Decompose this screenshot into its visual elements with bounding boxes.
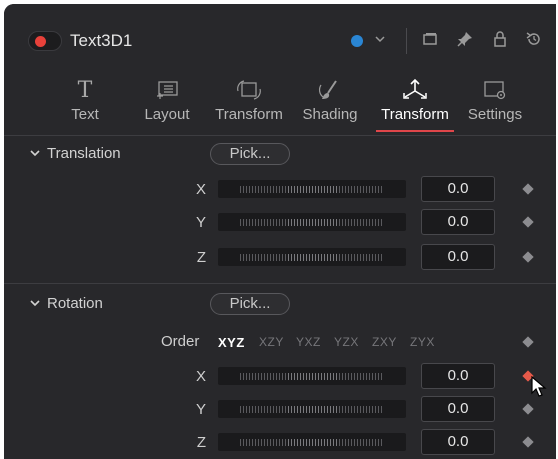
rotation-order-xyz[interactable]: XYZ — [218, 335, 245, 350]
window-icon[interactable] — [420, 30, 440, 52]
rotation-order-yxz[interactable]: YXZ — [296, 335, 321, 349]
translation-z-slider[interactable] — [218, 248, 406, 266]
transform-icon — [210, 74, 288, 106]
tab-label: Text — [71, 106, 99, 123]
translation-y-slider[interactable] — [218, 213, 406, 231]
settings-icon — [464, 74, 526, 106]
tab-layout[interactable]: Layout — [140, 74, 194, 132]
translation-z-label: Z — [196, 249, 206, 266]
tab-label: Layout — [144, 106, 190, 123]
rotation-x-label: X — [195, 368, 206, 385]
active-tab-indicator — [376, 130, 454, 132]
translation-title: Translation — [47, 145, 121, 162]
tabs-divider — [4, 135, 556, 136]
rotation-section-header[interactable]: Rotation — [29, 295, 103, 312]
layout-icon — [140, 74, 194, 106]
translation-z-input[interactable]: 0.0 — [421, 244, 495, 270]
rotation-y-keyframe-button[interactable] — [522, 403, 534, 415]
shading-icon — [300, 74, 360, 106]
translation-y-label: Y — [195, 214, 206, 231]
rotation-x-input[interactable]: 0.0 — [421, 363, 495, 389]
rotation-order-zyx[interactable]: ZYX — [410, 335, 435, 349]
translation-x-input[interactable]: 0.0 — [421, 176, 495, 202]
translation-x-label: X — [195, 181, 206, 198]
translation-x-slider[interactable] — [218, 180, 406, 198]
translation-y-keyframe-button[interactable] — [522, 216, 534, 228]
text-icon: T — [77, 77, 93, 103]
rotation-order-label: Order — [161, 333, 200, 350]
translation-y-input[interactable]: 0.0 — [421, 209, 495, 235]
rotation-order-yzx[interactable]: YZX — [334, 335, 359, 349]
rotation-pick-button[interactable]: Pick... — [210, 293, 290, 315]
rotation-title: Rotation — [47, 295, 103, 312]
rotation-z-label: Z — [196, 434, 206, 451]
pin-icon[interactable] — [455, 30, 475, 52]
inspector-tabs: T Text Layout Transform Shading Transfor… — [4, 74, 556, 132]
tool-enable-toggle[interactable] — [28, 31, 62, 51]
tab-text[interactable]: T Text — [62, 74, 108, 132]
translation-z-keyframe-button[interactable] — [522, 251, 534, 263]
tool-header: Text3D1 — [4, 4, 556, 72]
tab-label: Settings — [467, 106, 523, 123]
3d-transform-icon — [376, 74, 454, 106]
rotation-y-label: Y — [195, 401, 206, 418]
chevron-down-icon — [29, 297, 47, 311]
reset-icon[interactable] — [524, 30, 544, 52]
tab-transform[interactable]: Transform — [210, 74, 288, 132]
rotation-z-keyframe-button[interactable] — [522, 436, 534, 448]
rotation-y-slider[interactable] — [218, 400, 406, 418]
tab-label: Shading — [302, 106, 358, 123]
tab-shading[interactable]: Shading — [300, 74, 360, 132]
header-separator — [406, 28, 407, 54]
rotation-order-keyframe-button[interactable] — [522, 336, 534, 348]
rotation-z-slider[interactable] — [218, 433, 406, 451]
tab-3d-transform[interactable]: Transform — [376, 74, 454, 132]
tool-header-bar: Text3D1 — [14, 24, 554, 60]
tab-label: Transform — [381, 106, 449, 123]
translation-x-keyframe-button[interactable] — [522, 183, 534, 195]
rotation-y-input[interactable]: 0.0 — [421, 396, 495, 422]
node-color-swatch[interactable] — [351, 35, 363, 47]
section-divider — [4, 283, 556, 284]
lock-icon[interactable] — [490, 30, 510, 52]
inspector-panel: Text3D1 T Text Layout Transform Shading … — [4, 4, 556, 459]
chevron-down-icon — [29, 147, 47, 161]
rotation-order-zxy[interactable]: ZXY — [372, 335, 397, 349]
enabled-indicator — [35, 36, 46, 47]
mouse-pointer-icon — [531, 375, 547, 403]
tab-settings[interactable]: Settings — [464, 74, 526, 132]
translation-pick-button[interactable]: Pick... — [210, 143, 290, 165]
tab-label: Transform — [215, 106, 283, 123]
translation-section-header[interactable]: Translation — [29, 145, 121, 162]
rotation-order-xzy[interactable]: XZY — [259, 335, 284, 349]
rotation-z-input[interactable]: 0.0 — [421, 429, 495, 455]
color-dropdown-chevron-icon[interactable] — [370, 30, 390, 52]
rotation-x-slider[interactable] — [218, 367, 406, 385]
tool-name: Text3D1 — [70, 31, 133, 50]
